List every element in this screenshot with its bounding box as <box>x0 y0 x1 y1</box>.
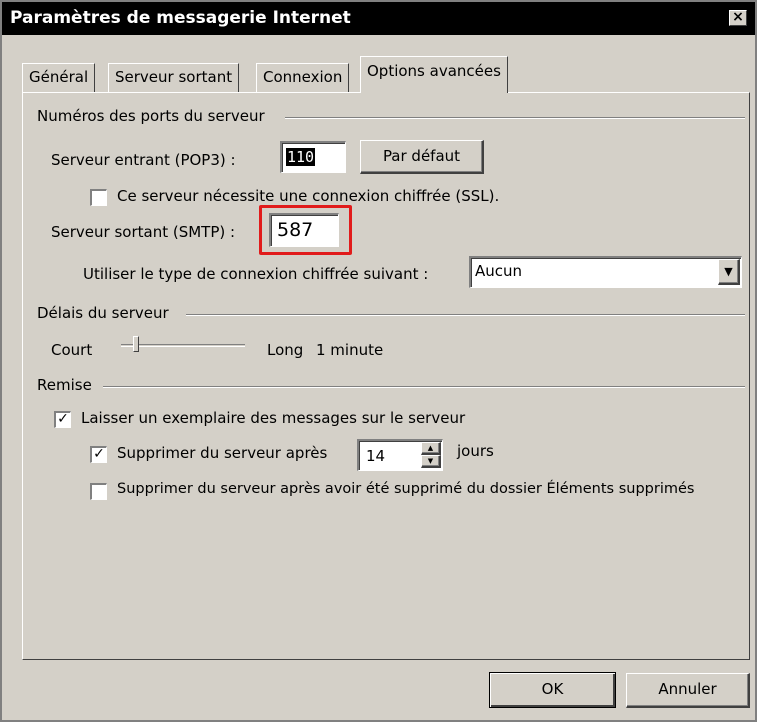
timeout-short-label: Court <box>51 341 93 359</box>
ports-group-divider <box>285 117 745 119</box>
encryption-type-label: Utiliser le type de connexion chiffrée s… <box>83 265 429 283</box>
cancel-button[interactable]: Annuler <box>626 673 750 708</box>
advanced-options-panel: Numéros des ports du serveur Serveur ent… <box>22 92 750 660</box>
timeout-value: 1 minute <box>316 341 384 359</box>
checkmark-icon: ✓ <box>57 411 69 427</box>
timeout-slider-thumb[interactable] <box>133 336 140 352</box>
remove-after-days-spinner[interactable]: 14 ▲ ▼ <box>357 439 443 471</box>
incoming-port-field[interactable]: 110 <box>280 141 346 173</box>
outgoing-port-field[interactable]: 587 <box>269 213 339 247</box>
remove-when-deleted-label: Supprimer du serveur après avoir été sup… <box>117 481 695 497</box>
incoming-port-value: 110 <box>286 148 316 166</box>
internet-mail-settings-dialog: Paramètres de messagerie Internet × Géné… <box>0 0 757 722</box>
remove-when-deleted-checkbox[interactable] <box>90 483 107 500</box>
ok-button[interactable]: OK <box>489 672 616 708</box>
spinner-down-icon[interactable]: ▼ <box>421 455 441 468</box>
ssl-checkbox[interactable] <box>90 189 107 206</box>
spinner-up-icon[interactable]: ▲ <box>421 442 441 455</box>
outgoing-port-label: Serveur sortant (SMTP) : <box>51 223 236 241</box>
incoming-port-label: Serveur entrant (POP3) : <box>51 151 236 169</box>
window-title: Paramètres de messagerie Internet <box>10 8 351 28</box>
title-bar: Paramètres de messagerie Internet × <box>2 2 755 35</box>
encryption-type-value: Aucun <box>475 262 523 280</box>
tab-connection[interactable]: Connexion <box>256 63 350 92</box>
timeout-long-label: Long <box>267 341 304 359</box>
encryption-type-select[interactable]: Aucun ▼ <box>469 256 742 288</box>
close-button[interactable]: × <box>729 10 747 26</box>
timeouts-group-label: Délais du serveur <box>37 304 169 322</box>
chevron-down-icon[interactable]: ▼ <box>718 259 740 285</box>
leave-copy-label: Laisser un exemplaire des messages sur l… <box>81 409 466 427</box>
timeouts-group-divider <box>186 314 745 316</box>
remove-after-label: Supprimer du serveur après <box>117 444 328 462</box>
tab-outgoing-server[interactable]: Serveur sortant <box>108 63 240 92</box>
checkmark-icon: ✓ <box>93 446 105 462</box>
delivery-group-label: Remise <box>37 376 92 394</box>
leave-copy-checkbox[interactable]: ✓ <box>54 411 71 428</box>
tab-advanced-options[interactable]: Options avancées <box>360 56 508 93</box>
ports-group-label: Numéros des ports du serveur <box>37 107 265 125</box>
remove-after-checkbox[interactable]: ✓ <box>90 446 107 463</box>
default-ports-button[interactable]: Par défaut <box>360 140 484 174</box>
days-label: jours <box>457 442 494 460</box>
delivery-group-divider <box>103 386 745 388</box>
ssl-checkbox-label: Ce serveur nécessite une connexion chiff… <box>117 187 500 205</box>
remove-after-days-value: 14 <box>366 447 386 465</box>
timeout-slider-track[interactable] <box>121 344 245 347</box>
outgoing-port-value: 587 <box>277 219 314 241</box>
tab-general[interactable]: Général <box>22 63 96 92</box>
